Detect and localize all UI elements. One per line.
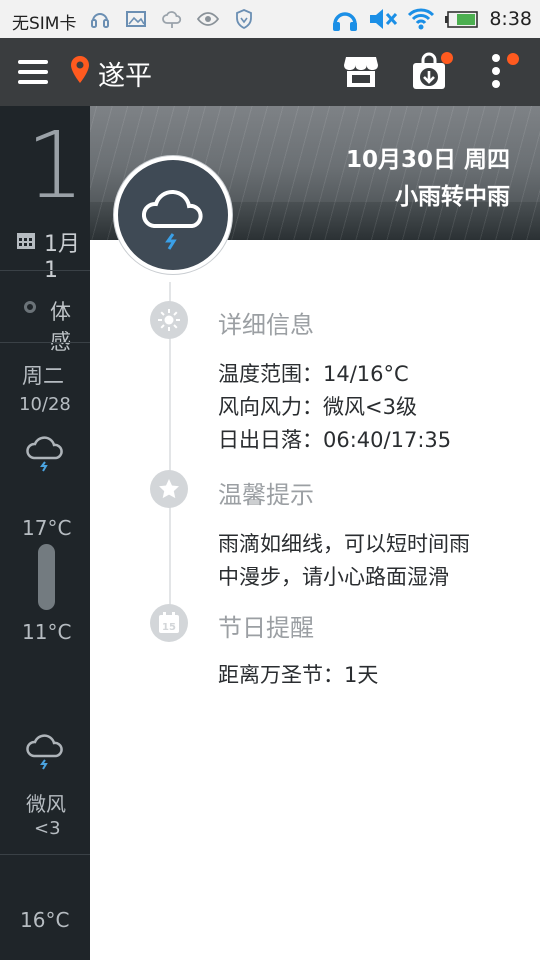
section-icon: 15 <box>150 604 188 642</box>
download-notification-dot <box>441 52 453 64</box>
day-detail-panel[interactable]: 10月30日 周四 小雨转中雨 详细信息 温度范围：14/16°C 风向风力：微… <box>90 106 540 960</box>
download-button[interactable] <box>411 51 453 93</box>
headset-assistant-icon <box>91 13 109 28</box>
mute-icon <box>370 9 398 29</box>
battery-icon <box>445 11 479 28</box>
detail-line: 温度范围：14/16°C <box>218 362 409 386</box>
section-icon <box>150 470 188 508</box>
forecast-low: 11°C <box>22 620 72 644</box>
section-title: 节日提醒 <box>218 614 314 642</box>
forecast-high: 17°C <box>22 516 72 540</box>
divider <box>0 270 90 271</box>
star-icon <box>159 479 179 499</box>
more-button[interactable] <box>486 52 522 92</box>
headphones-icon <box>333 12 358 31</box>
system-icons: 8:38 <box>331 6 532 32</box>
temperature-range-bar <box>38 544 55 610</box>
gallery-icon <box>126 11 146 27</box>
clock: 8:38 <box>489 8 532 30</box>
divider <box>0 854 90 855</box>
location-pin-icon <box>71 56 89 83</box>
section-title: 温馨提示 <box>218 481 314 509</box>
rain-cloud-icon <box>26 436 63 472</box>
eye-icon <box>196 12 220 26</box>
menu-icon[interactable] <box>18 59 48 85</box>
weather-badge <box>114 156 232 274</box>
rain-cloud-icon <box>141 189 203 250</box>
rain-cloud-icon <box>26 734 63 770</box>
carrier-label: 无SIM卡 <box>12 14 77 34</box>
more-vertical-icon <box>492 54 500 88</box>
detail-line: 风向风力：微风<3级 <box>218 395 417 419</box>
forecast-date: 10/28 <box>19 394 71 415</box>
divider <box>0 342 90 343</box>
city-name[interactable]: 遂平 <box>98 54 152 93</box>
next-forecast-high: 16°C <box>20 908 70 932</box>
forecast-day: 周二 <box>22 364 64 388</box>
current-temperature: 1 <box>26 112 85 219</box>
feels-like-dot-icon <box>24 301 36 313</box>
app-bar: 遂平 <box>0 38 540 106</box>
detail-line: 日出日落：06:40/17:35 <box>218 428 452 452</box>
holiday-line: 距离万圣节：1天 <box>218 663 379 687</box>
detail-condition: 小雨转中雨 <box>395 184 510 210</box>
svg-text:15: 15 <box>162 622 176 633</box>
feels-like-label: 体感 <box>50 300 71 354</box>
more-notification-dot <box>507 53 519 65</box>
section-icon <box>150 301 188 339</box>
shield-icon <box>236 9 252 30</box>
forecast-wind-level: <3 <box>34 818 61 839</box>
store-icon[interactable] <box>343 53 379 89</box>
tip-line: 中漫步，请小心路面湿滑 <box>218 565 449 589</box>
current-date: 1月1 <box>44 232 80 283</box>
forecast-background: 1 1月1 体感 周二 10/28 17°C 11°C 微风 <3 16°C <box>0 106 90 960</box>
notification-icons <box>88 7 256 31</box>
tip-line: 雨滴如细线，可以短时间雨 <box>218 532 470 556</box>
section-title: 详细信息 <box>218 311 314 339</box>
calendar-icon: 15 <box>159 612 179 633</box>
wifi-icon <box>408 8 435 30</box>
detail-date: 10月30日 周四 <box>345 147 510 173</box>
status-bar: 无SIM卡 8:38 <box>0 0 540 38</box>
calendar-small-icon <box>17 233 35 249</box>
forecast-wind: 微风 <box>26 792 66 816</box>
cloud-sync-icon <box>162 11 182 28</box>
sun-icon <box>158 309 180 331</box>
